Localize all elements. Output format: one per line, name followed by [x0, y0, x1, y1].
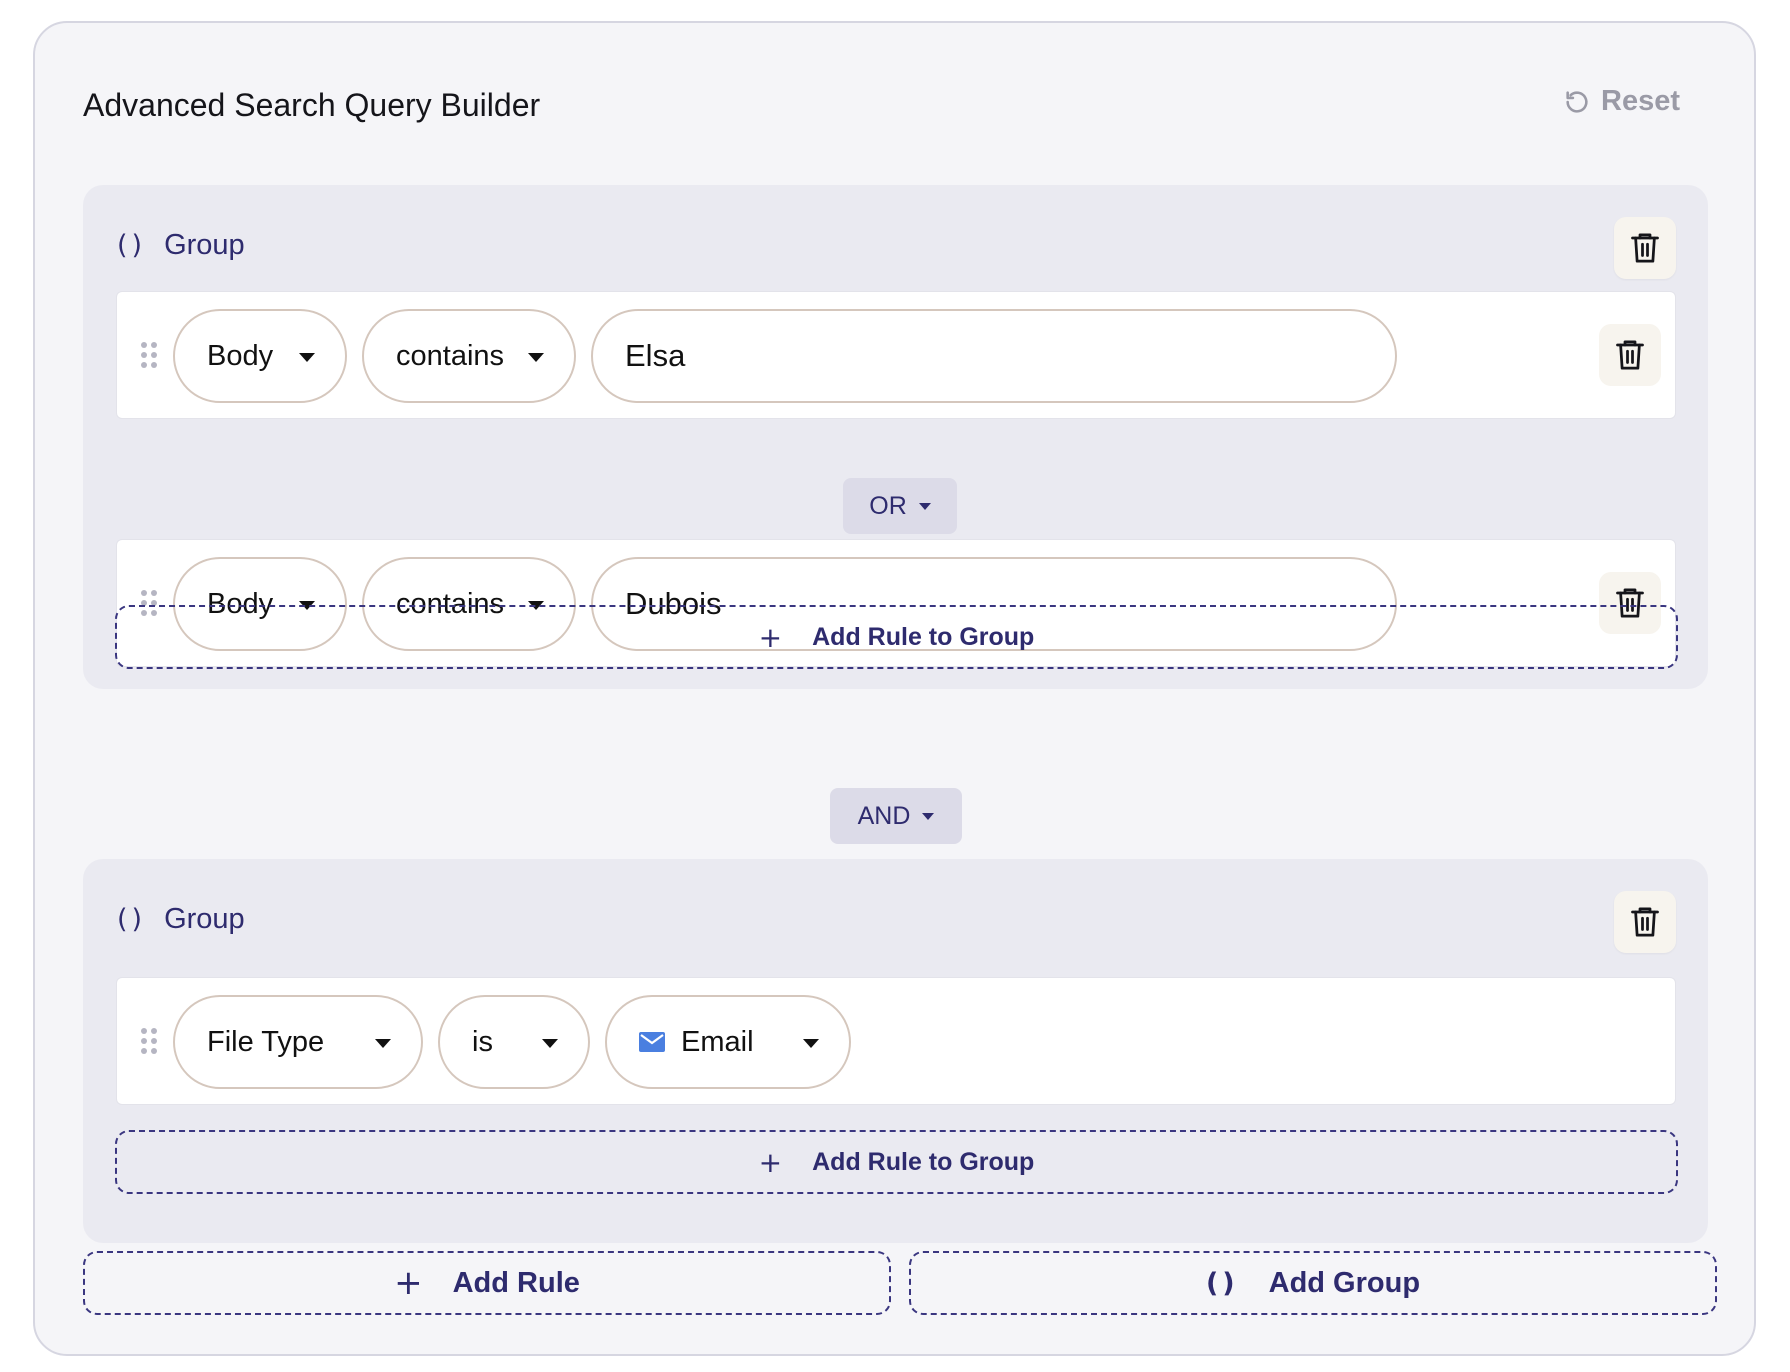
- reset-icon: [1566, 90, 1588, 113]
- plus-icon: +: [758, 1145, 783, 1179]
- page-title: Advanced Search Query Builder: [83, 87, 541, 123]
- field-select-value: Body: [207, 339, 274, 372]
- add-rule-to-group-button[interactable]: + Add Rule to Group: [115, 605, 1678, 669]
- value-select-value: Email: [681, 1025, 754, 1058]
- group-label: Group: [164, 229, 245, 261]
- delete-group-button[interactable]: [1614, 891, 1676, 953]
- value-input-text: Elsa: [625, 338, 686, 373]
- trash-icon: [1631, 907, 1659, 937]
- operator-select-value: contains: [396, 339, 505, 372]
- email-icon: [639, 1032, 665, 1052]
- group-header: () Group: [117, 229, 245, 262]
- plus-icon: +: [758, 620, 783, 654]
- group-2: () Group File Type is Email + Add Rule t…: [83, 859, 1708, 1243]
- reset-label: Reset: [1601, 85, 1680, 117]
- group-1: () Group Body contains Elsa OR Body cont…: [83, 185, 1708, 689]
- field-select[interactable]: File Type: [173, 995, 423, 1089]
- add-rule-label: Add Rule: [452, 1266, 580, 1299]
- group-header: () Group: [117, 903, 245, 936]
- field-select-value: File Type: [207, 1025, 325, 1058]
- parentheses-icon: (): [117, 230, 147, 261]
- delete-rule-button[interactable]: [1599, 324, 1661, 386]
- operator-select[interactable]: is: [438, 995, 590, 1089]
- parentheses-icon: (): [117, 904, 147, 935]
- or-combinator-select[interactable]: OR: [843, 478, 957, 534]
- rule-row: File Type is Email: [116, 977, 1676, 1105]
- chevron-down-icon: [542, 1039, 558, 1048]
- add-group-button[interactable]: () Add Group: [909, 1251, 1717, 1315]
- combinator-label: AND: [857, 801, 911, 830]
- group-label: Group: [164, 903, 245, 935]
- operator-select[interactable]: contains: [362, 309, 576, 403]
- combinator-label: OR: [869, 491, 907, 520]
- delete-group-button[interactable]: [1614, 217, 1676, 279]
- chevron-down-icon: [528, 353, 544, 362]
- rule-row: Body contains Elsa: [116, 291, 1676, 419]
- chevron-down-icon: [299, 353, 315, 362]
- trash-icon: [1631, 233, 1659, 263]
- drag-handle-icon[interactable]: [141, 1028, 157, 1056]
- operator-select-value: is: [472, 1025, 493, 1058]
- value-input[interactable]: Elsa: [591, 309, 1397, 403]
- add-rule-to-group-label: Add Rule to Group: [812, 1147, 1035, 1176]
- field-select[interactable]: Body: [173, 309, 347, 403]
- value-select[interactable]: Email: [605, 995, 851, 1089]
- add-rule-to-group-button[interactable]: + Add Rule to Group: [115, 1130, 1678, 1194]
- add-rule-to-group-label: Add Rule to Group: [812, 622, 1035, 651]
- and-combinator-select[interactable]: AND: [830, 788, 962, 844]
- trash-icon: [1616, 340, 1644, 370]
- reset-button[interactable]: Reset: [1563, 85, 1680, 118]
- chevron-down-icon: [918, 502, 931, 510]
- plus-icon: +: [394, 1263, 423, 1303]
- add-group-label: Add Group: [1268, 1266, 1421, 1299]
- add-rule-button[interactable]: + Add Rule: [83, 1251, 891, 1315]
- chevron-down-icon: [375, 1039, 391, 1048]
- chevron-down-icon: [803, 1039, 819, 1048]
- chevron-down-icon: [922, 812, 935, 820]
- query-builder-panel: Advanced Search Query Builder Reset () G…: [33, 21, 1756, 1356]
- drag-handle-icon[interactable]: [141, 342, 157, 370]
- parentheses-icon: (): [1205, 1267, 1239, 1299]
